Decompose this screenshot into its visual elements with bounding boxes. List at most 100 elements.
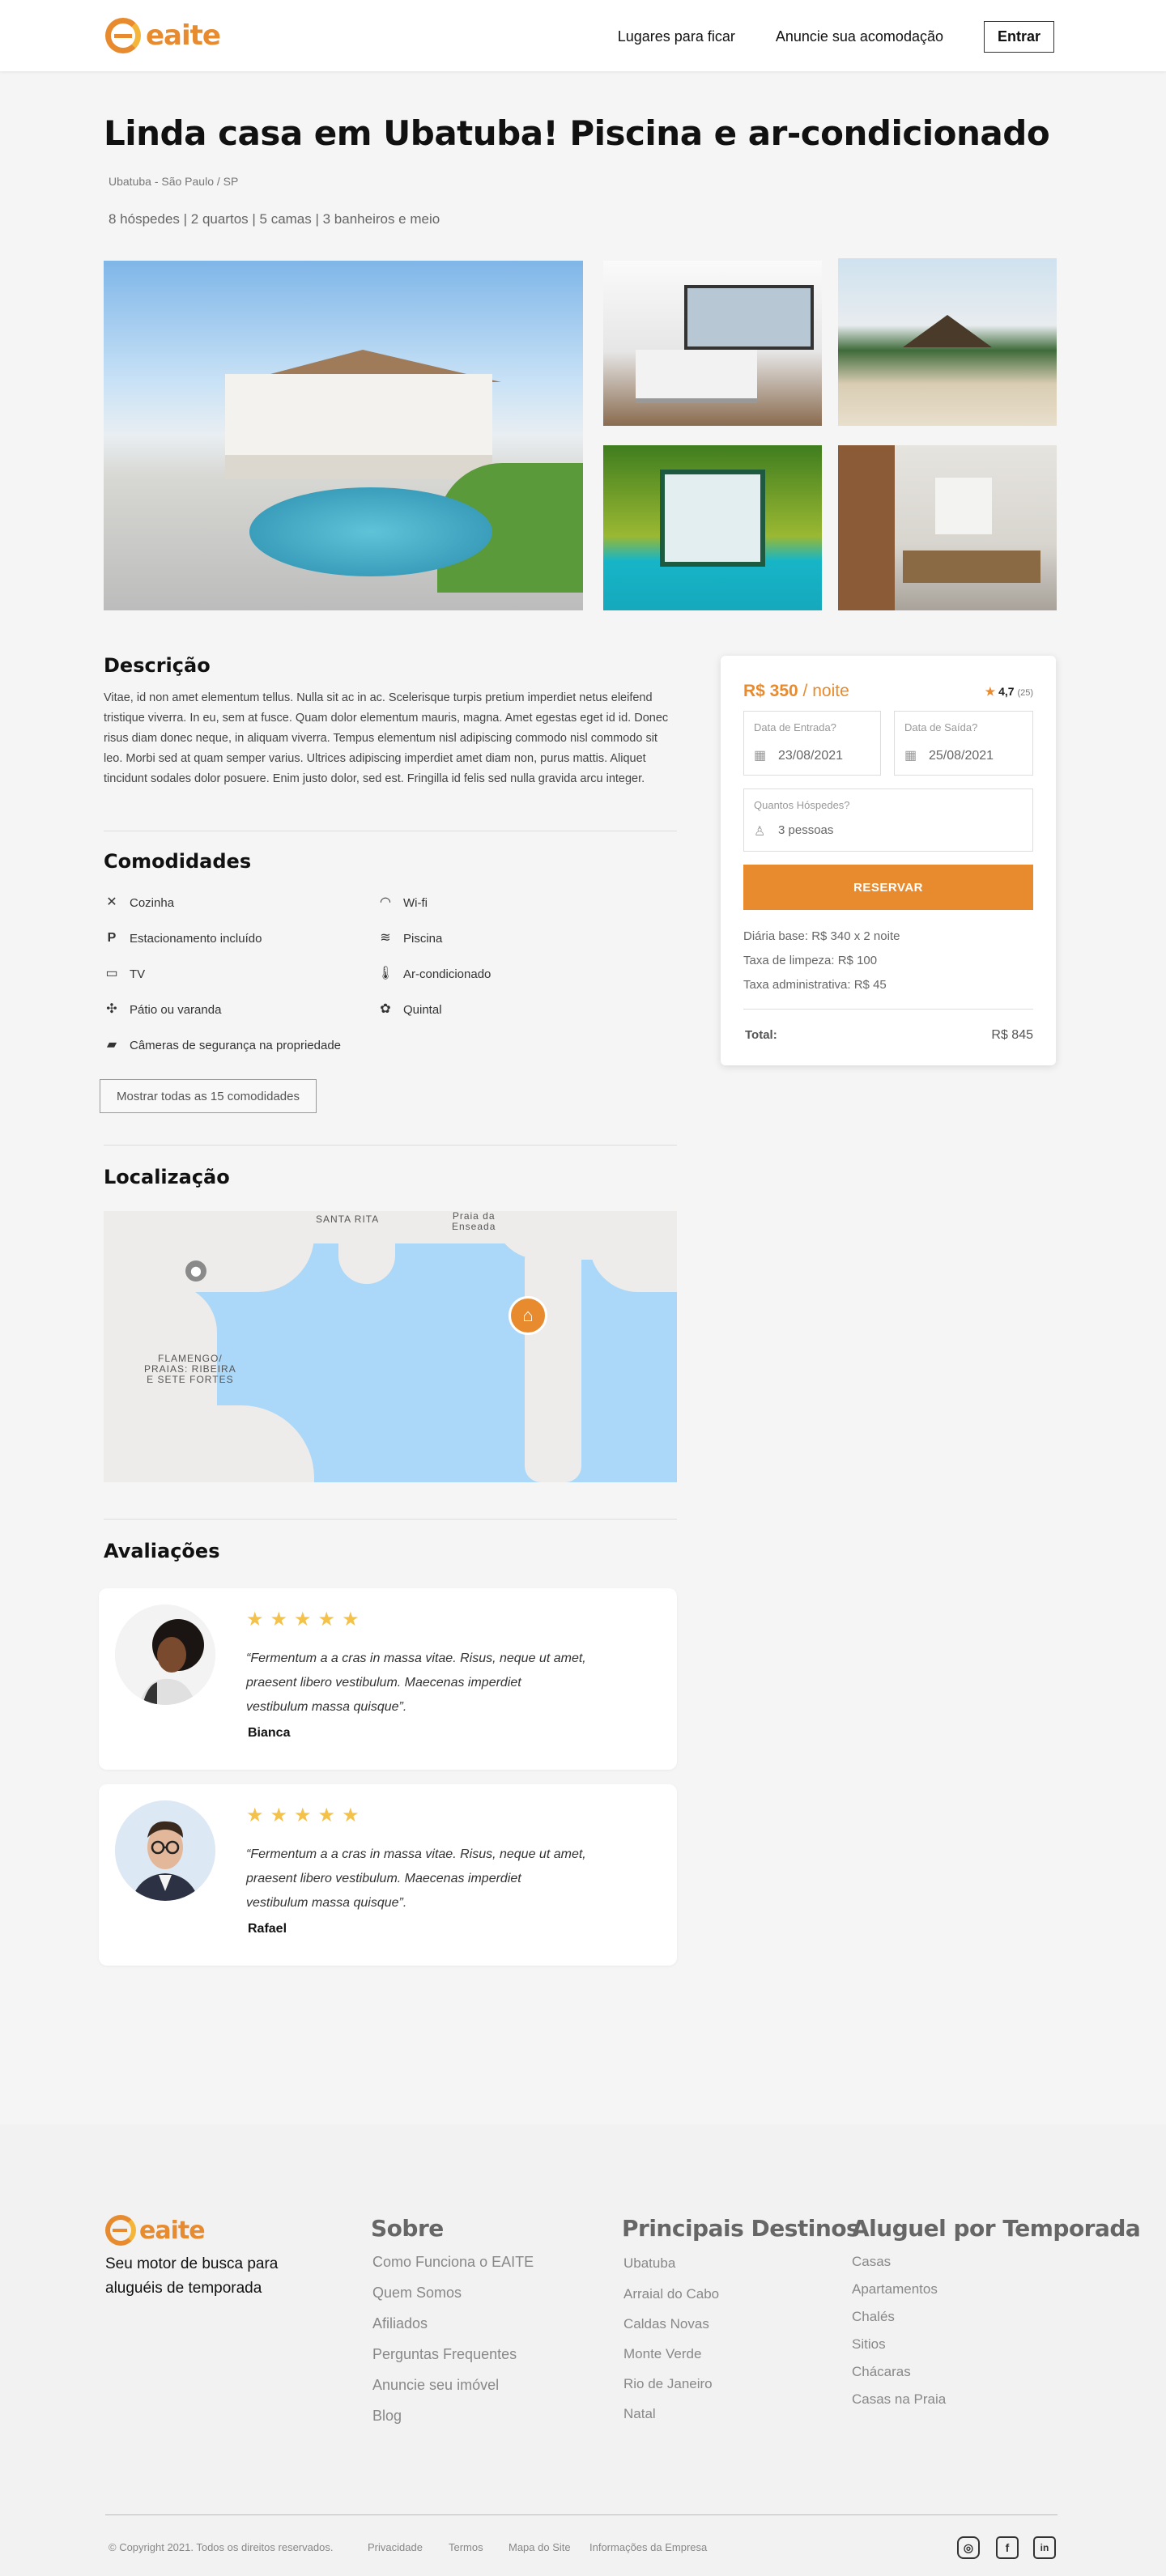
footer-link[interactable]: Anuncie seu imóvel [372,2377,499,2394]
nav-places-to-stay[interactable]: Lugares para ficar [618,28,735,45]
page: eaite Lugares para ficar Anuncie sua aco… [0,0,1166,2576]
footer-link[interactable]: Perguntas Frequentes [372,2346,517,2363]
reviews-heading: Avaliações [104,1540,220,1562]
user-icon: ♙ [754,825,766,839]
footer-col-about: Sobre [371,2215,444,2242]
footer-link[interactable]: Natal [623,2406,656,2422]
divider [104,1145,677,1146]
review-card: ★★★★★ “Fermentum a a cras in massa vitae… [99,1588,677,1770]
photo-kitchen[interactable] [603,261,822,426]
instagram-icon[interactable]: ◎ [957,2536,980,2559]
reviewer-name: Bianca [248,1726,291,1740]
footer-link[interactable]: Como Funciona o EAITE [372,2254,534,2271]
total-label: Total: [745,1028,777,1042]
footer-link[interactable]: Afiliados [372,2315,428,2332]
nav-list-property[interactable]: Anuncie sua acomodação [776,28,943,45]
photo-beach[interactable] [838,258,1057,426]
guests-field[interactable]: Quantos Hóspedes? ♙ 3 pessoas [743,789,1033,852]
amenities-heading: Comodidades [104,850,252,873]
amenity-kitchen: ✕ Cozinha [104,895,174,911]
logo-icon [105,2215,136,2246]
reserve-button[interactable]: RESERVAR [743,865,1033,910]
review-text: “Fermentum a a cras in massa vitae. Risu… [246,1847,586,1910]
rating: ★ 4,7 (25) [985,685,1033,698]
camera-icon: ▰ [106,1038,117,1052]
description-heading: Descrição [104,654,211,677]
reviewer-avatar [115,1800,215,1901]
tv-icon: ▭ [105,967,118,980]
footer-link[interactable]: Casas na Praia [852,2391,946,2408]
review-text: “Fermentum a a cras in massa vitae. Risu… [246,1651,586,1714]
footer-link[interactable]: Chalés [852,2309,895,2325]
footer-link[interactable]: Rio de Janeiro [623,2376,713,2392]
footer-link[interactable]: Sitios [852,2336,886,2353]
footer-link[interactable]: Blog [372,2408,402,2425]
utensils-icon: ✕ [106,895,117,909]
amenity-wifi: ◠ Wi-fi [377,895,428,911]
checkin-field[interactable]: Data de Entrada? ▦ 23/08/2021 [743,711,881,776]
fee-admin: Taxa administrativa: R$ 45 [743,978,887,992]
wifi-icon: ◠ [380,895,391,909]
footer-link[interactable]: Caldas Novas [623,2316,709,2332]
map-label-santa-rita: SANTA RITA [316,1214,380,1225]
amenity-tv: ▭ TV [104,966,145,982]
footer-tagline: Seu motor de busca para aluguéis de temp… [105,2255,279,2297]
footer-company-link[interactable]: Informações da Empresa [589,2541,707,2553]
amenity-parking: P Estacionamento incluído [104,930,262,946]
garden-icon: ✿ [380,1002,391,1016]
linkedin-icon[interactable]: in [1033,2536,1056,2559]
amenity-cameras: ▰ Câmeras de segurança na propriedade [104,1037,341,1053]
fee-base: Diária base: R$ 340 x 2 noite [743,929,900,943]
footer-sitemap-link[interactable]: Mapa do Site [509,2541,571,2553]
footer-link[interactable]: Casas [852,2254,891,2270]
footer-link[interactable]: Monte Verde [623,2346,701,2362]
footer-divider [105,2514,1057,2515]
footer-terms-link[interactable]: Termos [449,2541,483,2553]
amenity-patio: ✣ Pátio ou varanda [104,1001,221,1018]
brand-logo[interactable]: eaite [105,18,221,53]
show-all-amenities-button[interactable]: Mostrar todas as 15 comodidades [100,1079,317,1113]
main-nav: Lugares para ficar Anuncie sua acomodaçã… [618,21,1054,53]
logo-icon [105,18,141,53]
map-label-flamengo: FLAMENGO/ PRAIAS: RIBEIRA E SETE FORTES [144,1353,236,1385]
copyright: © Copyright 2021. Todos os direitos rese… [109,2541,334,2553]
footer-link[interactable]: Arraial do Cabo [623,2286,719,2302]
amenity-ac: 🌡 Ar-condicionado [377,967,492,981]
patio-icon: ✣ [106,1002,117,1016]
footer-link[interactable]: Chácaras [852,2364,911,2380]
footer-col-rentals: Aluguel por Temporada [852,2215,1141,2242]
checkout-field[interactable]: Data de Saída? ▦ 25/08/2021 [894,711,1033,776]
footer-col-destinations: Principais Destinos [622,2215,860,2242]
location-heading: Localização [104,1166,230,1188]
listing-specs: 8 hóspedes | 2 quartos | 5 camas | 3 ban… [109,211,440,227]
facebook-icon[interactable]: f [996,2536,1019,2559]
photo-dining-room[interactable] [838,445,1057,610]
photo-house-pool[interactable] [104,261,583,610]
thermometer-icon: 🌡 [377,967,394,980]
footer-link[interactable]: Quem Somos [372,2285,462,2302]
footer-privacy-link[interactable]: Privacidade [368,2541,423,2553]
footer-logo[interactable]: eaite [105,2215,206,2246]
calendar-icon: ▦ [754,749,767,763]
description-text: Vitae, id non amet elementum tellus. Nul… [104,691,669,785]
total-value: R$ 845 [991,1028,1033,1042]
amenity-pool: ≋ Piscina [377,930,442,946]
reviewer-name: Rafael [248,1922,287,1936]
footer-link[interactable]: Ubatuba [623,2255,675,2272]
amenity-garden: ✿ Quintal [377,1001,441,1018]
footer-link[interactable]: Apartamentos [852,2281,938,2298]
photo-pool-cabana[interactable] [603,445,822,610]
review-stars: ★★★★★ [246,1609,366,1630]
divider [743,1009,1033,1010]
home-pin-icon[interactable]: ⌂ [509,1296,547,1335]
map-poi-icon[interactable]: ⬤ [185,1260,206,1282]
top-header: eaite Lugares para ficar Anuncie sua aco… [0,0,1166,71]
parking-icon: P [107,931,117,945]
listing-title: Linda casa em Ubatuba! Piscina e ar-cond… [104,113,1050,153]
calendar-icon: ▦ [904,749,917,763]
location-map[interactable]: SANTA RITA Praia da Enseada FLAMENGO/ PR… [104,1211,677,1482]
pool-icon: ≋ [380,931,391,945]
login-button[interactable]: Entrar [983,21,1054,53]
photo-gallery [104,258,1057,610]
review-stars: ★★★★★ [246,1804,366,1826]
